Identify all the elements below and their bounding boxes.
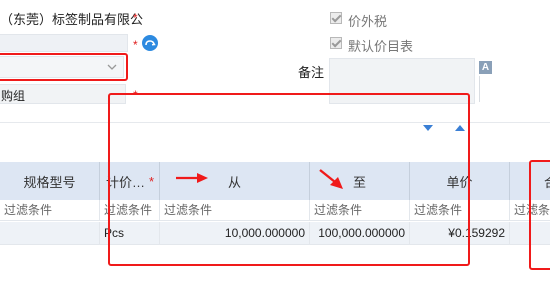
header-from-label: 从	[227, 174, 241, 190]
required-mark: *	[149, 173, 155, 189]
tax-excluded-label: 价外税	[348, 14, 388, 29]
header-price[interactable]: 单价	[410, 162, 510, 200]
scrollbar[interactable]	[479, 76, 492, 102]
row-bottom-border	[0, 244, 550, 245]
collapse-down-icon[interactable]	[422, 124, 434, 132]
remark-textarea[interactable]	[329, 58, 475, 104]
tax-excluded-checkbox[interactable]	[330, 12, 342, 24]
text-format-icon[interactable]: A	[479, 61, 492, 74]
cell-model[interactable]	[0, 222, 100, 244]
company-name-text: （东莞）标签制品有限公	[0, 12, 144, 27]
filter-model[interactable]: 过滤条件	[0, 200, 100, 220]
default-price-list-checkbox[interactable]	[330, 37, 342, 49]
annotation-arrow-right-icon	[176, 173, 208, 183]
filter-next[interactable]: 过滤条件	[510, 200, 550, 220]
filter-row-border	[0, 220, 550, 221]
header-to-label: 至	[352, 174, 366, 190]
cell-to[interactable]: 100,000.000000	[310, 222, 410, 244]
default-price-list-label: 默认价目表	[348, 39, 414, 54]
refresh-cloud-icon[interactable]	[142, 35, 158, 51]
annotation-arrow-down-right-icon	[319, 169, 343, 189]
header-next[interactable]: 合	[510, 162, 550, 200]
required-mark: *	[133, 11, 138, 25]
remark-label: 备注	[298, 65, 325, 80]
header-unit[interactable]: 计价… *	[100, 162, 160, 200]
header-price-label: 单价	[446, 174, 473, 190]
filter-from[interactable]: 过滤条件	[160, 200, 310, 220]
purchase-group-field[interactable]: 购组	[0, 84, 126, 104]
required-mark: *	[133, 88, 138, 102]
section-divider	[0, 122, 550, 123]
header-unit-label: 计价…	[106, 174, 146, 190]
header-next-label: 合	[544, 172, 550, 191]
required-mark: *	[133, 38, 138, 52]
filter-unit[interactable]: 过滤条件	[100, 200, 160, 220]
cell-from[interactable]: 10,000.000000	[160, 222, 310, 244]
dropdown-select[interactable]	[0, 56, 124, 78]
filter-price[interactable]: 过滤条件	[410, 200, 510, 220]
supplier-input[interactable]	[0, 34, 128, 52]
cell-unit[interactable]: Pcs	[100, 222, 160, 244]
filter-to[interactable]: 过滤条件	[310, 200, 410, 220]
header-model[interactable]: 规格型号	[0, 162, 100, 200]
cell-price[interactable]: ¥0.159292	[410, 222, 510, 244]
expand-up-icon[interactable]	[454, 124, 466, 132]
chevron-down-icon	[107, 64, 117, 70]
purchase-group-text: 购组	[1, 89, 26, 103]
header-model-label: 规格型号	[23, 174, 76, 190]
